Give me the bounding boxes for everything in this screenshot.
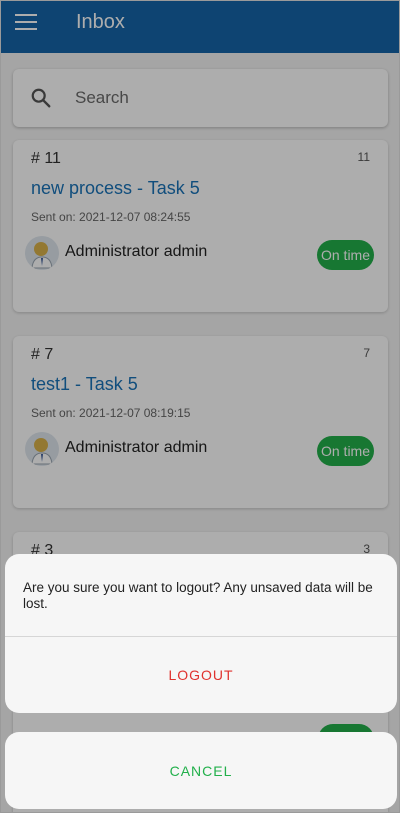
cancel-sheet: CANCEL <box>5 732 397 809</box>
dialog-message: Are you sure you want to logout? Any uns… <box>23 580 373 611</box>
app-screen: Inbox # 11 11 new process - Task 5 Sent … <box>0 0 400 813</box>
logout-button[interactable]: LOGOUT <box>5 637 397 713</box>
logout-dialog: Are you sure you want to logout? Any uns… <box>5 554 397 713</box>
cancel-button[interactable]: CANCEL <box>5 732 397 809</box>
